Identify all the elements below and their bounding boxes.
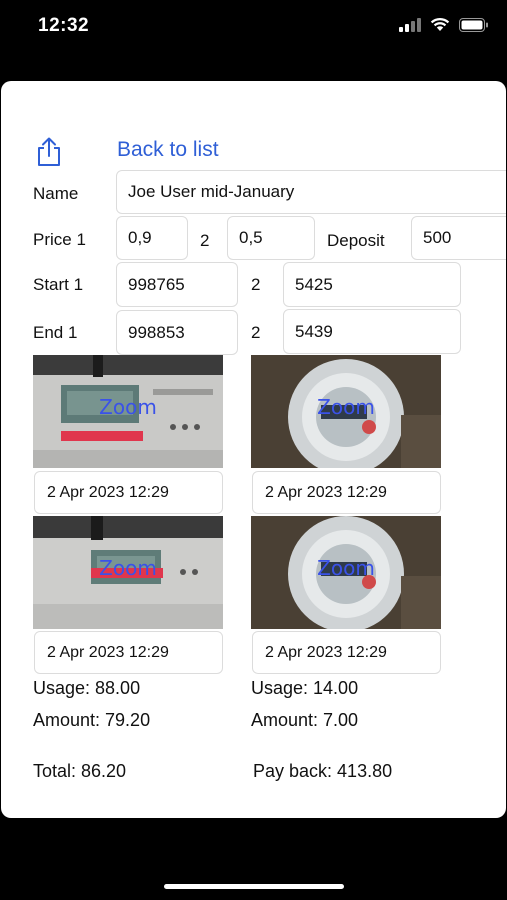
photo-date-4[interactable]: 2 Apr 2023 12:29 [252, 631, 441, 674]
photo-date-2[interactable]: 2 Apr 2023 12:29 [252, 471, 441, 514]
meter-photo-2[interactable]: Zoom [251, 355, 441, 468]
cellular-signal-icon [399, 17, 421, 32]
deposit-field[interactable]: 500 [411, 216, 506, 260]
meter-photo-1[interactable]: Zoom [33, 355, 223, 468]
name-label: Name [33, 184, 79, 203]
zoom-label: Zoom [99, 556, 157, 580]
amount-1: Amount: 79.20 [33, 710, 151, 730]
price2-label: 2 [200, 231, 210, 250]
meter-photo-4[interactable]: Zoom [251, 516, 441, 629]
home-indicator[interactable] [164, 884, 344, 889]
photo-date-1[interactable]: 2 Apr 2023 12:29 [34, 471, 223, 514]
amount-2: Amount: 7.00 [251, 710, 359, 730]
share-icon [38, 137, 60, 166]
end1-field[interactable]: 998853 [116, 310, 238, 355]
start1-field[interactable]: 998765 [116, 262, 238, 307]
price1-field[interactable]: 0,9 [116, 216, 188, 260]
end1-label: End 1 [33, 323, 78, 342]
start1-label: Start 1 [33, 275, 84, 294]
status-bar: 12:32 [0, 0, 507, 52]
end2-field[interactable]: 5439 [283, 309, 461, 354]
start2-label: 2 [251, 275, 261, 294]
zoom-label: Zoom [317, 556, 375, 580]
pay-back: Pay back: 413.80 [253, 761, 393, 781]
meter-photo-3[interactable]: Zoom [33, 516, 223, 629]
detail-sheet: Back to list Name Joe User mid-January P… [1, 81, 506, 818]
price2-field[interactable]: 0,5 [227, 216, 315, 260]
name-field[interactable]: Joe User mid-January [116, 170, 506, 214]
deposit-label: Deposit [327, 231, 385, 250]
wifi-icon [430, 17, 450, 31]
usage-2: Usage: 14.00 [251, 678, 359, 698]
end2-label: 2 [251, 323, 261, 342]
battery-icon [459, 17, 488, 32]
zoom-label: Zoom [317, 395, 375, 419]
zoom-label: Zoom [99, 395, 157, 419]
back-to-list-link[interactable]: Back to list [117, 138, 219, 162]
usage-1: Usage: 88.00 [33, 678, 141, 698]
total: Total: 86.20 [33, 761, 127, 781]
status-icons [399, 17, 489, 32]
share-button[interactable] [35, 137, 63, 167]
photo-date-3[interactable]: 2 Apr 2023 12:29 [34, 631, 223, 674]
status-time: 12:32 [38, 15, 90, 36]
price1-label: Price 1 [33, 230, 86, 249]
start2-field[interactable]: 5425 [283, 262, 461, 307]
